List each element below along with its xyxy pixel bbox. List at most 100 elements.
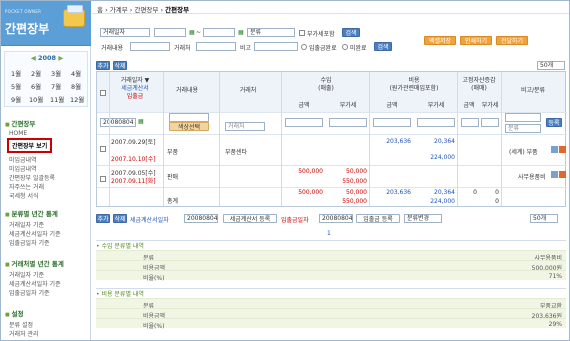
new-partner-select[interactable]: 거래처 [225, 122, 265, 131]
search-button-2[interactable]: 검색 [374, 42, 392, 51]
row-checkbox[interactable] [100, 176, 106, 182]
nav-section-ledger[interactable]: 간편장부 [5, 118, 35, 128]
col-income-sub: (매출) [318, 85, 334, 92]
end-date-input[interactable] [203, 28, 235, 37]
edit-icon[interactable] [551, 171, 558, 178]
sidebar: POCKET OWNER 간편장부 ◀ 2008 ▶ 1월 2월 3월 4월 5… [1, 1, 91, 340]
month-7[interactable]: 7월 [51, 81, 61, 91]
nav-category-settings[interactable]: 분류 설정 [9, 320, 33, 329]
month-5[interactable]: 5월 [11, 81, 21, 91]
nav-cat-by-tax[interactable]: 세금계산서일자 기준 [9, 229, 61, 238]
unpaid-radio[interactable] [342, 44, 348, 50]
desc-input[interactable] [130, 42, 170, 51]
excel-save-button[interactable]: 엑셀저장 [424, 36, 456, 45]
partner-input[interactable] [196, 42, 236, 51]
row-checkbox[interactable] [100, 146, 106, 152]
row-divider [97, 134, 567, 135]
expense-summary-row: 비율(%) 29% [96, 318, 566, 330]
nav-tax-forms[interactable]: 국세청 서식 [9, 191, 39, 200]
month-2[interactable]: 2월 [31, 68, 41, 78]
select-all-checkbox[interactable] [100, 90, 106, 96]
category-select[interactable]: 분류 [247, 28, 295, 37]
year-next-icon[interactable]: ▶ [58, 54, 63, 62]
delete-icon[interactable] [559, 171, 566, 178]
delete-button[interactable]: 삭제 [113, 61, 127, 70]
nav-section-partner-stats[interactable]: 거래처별 년간 통계 [5, 258, 63, 268]
new-income-amt[interactable] [285, 118, 323, 127]
month-6[interactable]: 6월 [31, 81, 41, 91]
delete-icon[interactable] [559, 146, 566, 153]
partner-label: 거래처 [174, 45, 191, 52]
page-number[interactable]: 1 [327, 230, 331, 237]
col-note-header: 비고/분류 [520, 87, 546, 94]
calendar-icon[interactable]: ▦ [238, 29, 244, 36]
nav-partner-by-date[interactable]: 거래일자 기준 [9, 270, 44, 279]
month-8[interactable]: 8월 [71, 81, 81, 91]
col-line [109, 72, 110, 206]
add-button[interactable]: 추가 [96, 61, 110, 70]
add-button-bottom[interactable]: 추가 [96, 214, 110, 223]
register-button[interactable]: 등록 [546, 118, 562, 127]
tax-register-button[interactable]: 세금계산서 등록 [223, 214, 277, 223]
nav-partner-manage[interactable]: 거래처 관리 [9, 329, 39, 338]
nav-home[interactable]: HOME [9, 130, 27, 137]
date-type-select[interactable]: 거래일자 [100, 28, 150, 37]
col-line [281, 72, 282, 206]
month-1[interactable]: 1월 [11, 68, 21, 78]
print-button[interactable]: 인쇄하기 [460, 36, 492, 45]
delete-button-bottom[interactable]: 삭제 [113, 214, 127, 223]
page-size-select-bottom[interactable]: 50개 [530, 214, 558, 223]
category-change-select[interactable]: 분류변경 [404, 214, 442, 223]
breadcrumb-1[interactable]: 가계부 [110, 6, 128, 14]
summary-key: 비율(%) [143, 323, 165, 330]
total-asset-amt: 0 [473, 189, 477, 196]
breadcrumb-home[interactable]: 홈 [97, 6, 103, 14]
search-button[interactable]: 검색 [342, 28, 360, 37]
nav-unpaid-2[interactable]: 미입금내역 [9, 164, 37, 173]
new-income-vat[interactable] [329, 118, 367, 127]
breadcrumb-current: 간편장부 [165, 6, 190, 14]
share-button[interactable]: 전달하기 [496, 36, 528, 45]
memo-input[interactable] [254, 42, 298, 51]
new-date-input[interactable]: 20080804 [100, 118, 136, 127]
new-expense-amt[interactable] [373, 118, 411, 127]
nav-partner-by-tax[interactable]: 세금계산서일자 기준 [9, 279, 61, 288]
new-expense-vat[interactable] [417, 118, 455, 127]
edit-icon[interactable] [551, 146, 558, 153]
nav-section-settings[interactable]: 설정 [5, 308, 23, 318]
nav-unpaid-1[interactable]: 미입금내역 [9, 155, 37, 164]
nav-cat-by-pay[interactable]: 입출금일자 기준 [9, 238, 50, 247]
vat-include-checkbox[interactable] [299, 30, 305, 36]
page-size-select[interactable]: 50개 [537, 61, 565, 70]
month-3[interactable]: 3월 [51, 68, 61, 78]
calendar-icon[interactable]: ▦ [189, 29, 195, 36]
year-prev-icon[interactable]: ◀ [31, 54, 36, 62]
paid-radio[interactable] [301, 44, 307, 50]
row-divider [97, 165, 567, 166]
wallet-icon [63, 5, 85, 27]
taxdate-input[interactable]: 20080804 [184, 214, 218, 223]
month-11[interactable]: 11월 [50, 94, 64, 104]
nav-frequent[interactable]: 자주쓰는 거래 [9, 182, 44, 191]
nav-ledger-view[interactable]: 간편장부 보기 [7, 138, 53, 153]
new-asset-vat[interactable] [481, 118, 499, 127]
breadcrumb-2[interactable]: 간편장부 [134, 6, 158, 14]
calendar-icon[interactable]: ▦ [138, 118, 144, 125]
nav-partner-by-pay[interactable]: 입출금일자 기준 [9, 288, 50, 297]
new-desc-input[interactable] [169, 113, 209, 122]
month-9[interactable]: 9월 [11, 94, 21, 104]
paydate-input[interactable]: 20080804 [319, 214, 353, 223]
month-4[interactable]: 4월 [71, 68, 81, 78]
new-category-select[interactable]: 분류 [505, 124, 541, 133]
month-10[interactable]: 10월 [29, 94, 43, 104]
new-note-input[interactable] [505, 113, 541, 122]
new-asset-amt[interactable] [461, 118, 479, 127]
color-select-button[interactable]: 색상선택 [169, 122, 209, 131]
pay-register-button[interactable]: 입출금 등록 [356, 214, 400, 223]
nav-cat-by-date[interactable]: 거래일자 기준 [9, 220, 44, 229]
start-date-input[interactable] [154, 28, 186, 37]
nav-bulk-register[interactable]: 간편장부 일괄등록 [9, 173, 55, 182]
nav-section-category-stats[interactable]: 분류별 년간 통계 [5, 208, 57, 218]
breadcrumb-sep: › [160, 6, 164, 14]
month-12[interactable]: 12월 [70, 94, 84, 104]
